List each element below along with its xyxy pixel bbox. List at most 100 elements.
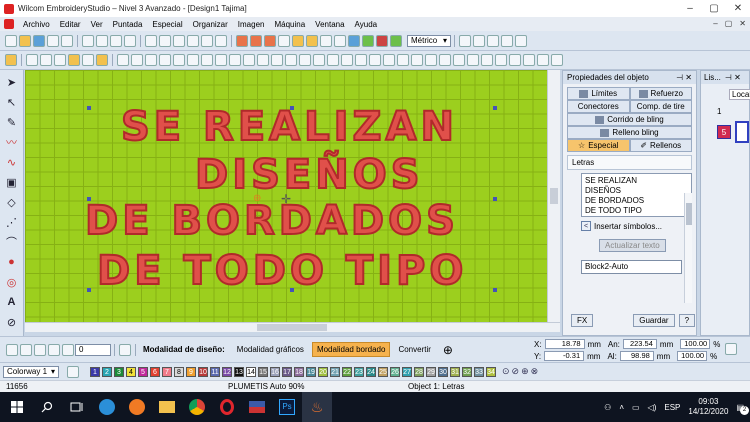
colorway-select[interactable]: Colorway 1 ▾ bbox=[3, 365, 59, 378]
tab-conectores[interactable]: Conectores bbox=[567, 100, 630, 113]
color-swatch-28[interactable]: 28 bbox=[414, 366, 424, 377]
stitch-run-icon[interactable]: 〰 bbox=[4, 134, 20, 150]
align-icon-4[interactable] bbox=[159, 54, 171, 66]
color-swatch-29[interactable]: 29 bbox=[426, 366, 436, 377]
align-icon-30[interactable] bbox=[523, 54, 535, 66]
align-icon-16[interactable] bbox=[327, 54, 339, 66]
color-swatch-30[interactable]: 30 bbox=[438, 366, 448, 377]
windows-start-icon[interactable] bbox=[2, 392, 32, 422]
align-icon-15[interactable] bbox=[313, 54, 325, 66]
insert-symbols-link[interactable]: Insertar símbolos... bbox=[594, 222, 662, 231]
stitch-tool-icon-4[interactable] bbox=[48, 343, 60, 356]
lista-color-chip[interactable]: 5 bbox=[717, 125, 731, 139]
color-swatch-25[interactable]: 25 bbox=[378, 366, 388, 377]
properties-scroll-thumb[interactable] bbox=[686, 203, 692, 225]
color-swatch-7[interactable]: 7 bbox=[162, 366, 172, 377]
align-icon-21[interactable] bbox=[397, 54, 409, 66]
fill-tool-icon[interactable]: ▣ bbox=[4, 174, 20, 190]
align-icon-5[interactable] bbox=[173, 54, 185, 66]
menu-ver[interactable]: Ver bbox=[86, 20, 108, 29]
tab-refuerzo[interactable]: Refuerzo bbox=[629, 87, 692, 100]
color-swatch-10[interactable]: 10 bbox=[198, 366, 208, 377]
globe-icon[interactable]: ⊕ bbox=[443, 343, 453, 357]
shape-icon-4[interactable] bbox=[334, 34, 346, 47]
stop-icon[interactable] bbox=[376, 34, 388, 47]
align-icon-31[interactable] bbox=[537, 54, 549, 66]
color-swatch-31[interactable]: 31 bbox=[450, 366, 460, 377]
height-percent-field[interactable]: 100.00 bbox=[677, 351, 708, 361]
color-swatch-12[interactable]: 12 bbox=[222, 366, 232, 377]
x-field[interactable]: 18.78 bbox=[544, 339, 585, 349]
align-icon-28[interactable] bbox=[495, 54, 507, 66]
stitch-icon-5[interactable] bbox=[201, 34, 213, 47]
shape-icon-1[interactable] bbox=[292, 34, 304, 47]
embroidery-mode-button[interactable]: Modalidad bordado bbox=[311, 342, 391, 357]
fill-icon-2[interactable] bbox=[250, 34, 262, 47]
tab-comp-tire[interactable]: Comp. de tire bbox=[629, 100, 692, 113]
graphics-mode-button[interactable]: Modalidad gráficos bbox=[233, 343, 308, 356]
align-icon-17[interactable] bbox=[341, 54, 353, 66]
tab-corrido-bling[interactable]: Corrido de bling bbox=[567, 113, 692, 126]
group-icon[interactable] bbox=[96, 54, 108, 66]
file-explorer-icon[interactable] bbox=[152, 392, 182, 422]
color-swatch-33[interactable]: 33 bbox=[474, 366, 484, 377]
menu-maquina[interactable]: Máquina bbox=[269, 20, 310, 29]
canvas-text-line-4[interactable]: DE TODO TIPO bbox=[96, 247, 467, 295]
align-icon-23[interactable] bbox=[425, 54, 437, 66]
lista-pin-close-icons[interactable]: ⊣ ✕ bbox=[725, 73, 741, 82]
color-swatch-1[interactable]: 1 bbox=[90, 366, 100, 377]
menu-archivo[interactable]: Archivo bbox=[18, 20, 55, 29]
help-button[interactable]: ? bbox=[678, 314, 696, 327]
select-icon-3[interactable] bbox=[54, 54, 66, 66]
outline-icon[interactable] bbox=[278, 34, 290, 47]
color-swatch-24[interactable]: 24 bbox=[366, 366, 376, 377]
select-icon-4[interactable] bbox=[82, 54, 94, 66]
color-swatch-21[interactable]: 21 bbox=[330, 366, 340, 377]
align-icon-9[interactable] bbox=[229, 54, 241, 66]
fill-icon-3[interactable] bbox=[264, 34, 276, 47]
color-swatch-22[interactable]: 22 bbox=[342, 366, 352, 377]
opera-icon[interactable] bbox=[212, 392, 242, 422]
monogram-icon[interactable]: ⊘ bbox=[4, 314, 20, 330]
align-icon-24[interactable] bbox=[439, 54, 451, 66]
menu-puntada[interactable]: Puntada bbox=[108, 20, 148, 29]
color-swatch-16[interactable]: 16 bbox=[270, 366, 280, 377]
chrome-icon[interactable] bbox=[182, 392, 212, 422]
canvas-vertical-scrollbar[interactable] bbox=[547, 70, 560, 322]
grid-icon-4[interactable] bbox=[501, 34, 513, 47]
selection-handle[interactable] bbox=[87, 288, 91, 292]
stitch-icon-2[interactable] bbox=[159, 34, 171, 47]
canvas-text-line-2[interactable]: DISEÑOS bbox=[194, 151, 424, 199]
convert-button[interactable]: Convertir bbox=[394, 343, 434, 356]
save-icon[interactable] bbox=[33, 34, 45, 47]
align-icon-10[interactable] bbox=[243, 54, 255, 66]
doc-minimize-button[interactable]: – bbox=[713, 17, 717, 31]
align-icon-32[interactable] bbox=[551, 54, 563, 66]
color-swatch-18[interactable]: 18 bbox=[294, 366, 304, 377]
layout-icon[interactable] bbox=[119, 343, 131, 356]
palette-icon[interactable] bbox=[67, 365, 79, 378]
close-button[interactable]: ✕ bbox=[726, 0, 750, 17]
new-icon[interactable] bbox=[5, 34, 17, 47]
align-icon-13[interactable] bbox=[285, 54, 297, 66]
color-swatch-9[interactable]: 9 bbox=[186, 366, 196, 377]
grid-icon-3[interactable] bbox=[487, 34, 499, 47]
tab-limites[interactable]: Límites bbox=[567, 87, 630, 100]
selection-handle[interactable] bbox=[290, 106, 294, 110]
color-swatch-19[interactable]: 19 bbox=[306, 366, 316, 377]
doc-close-button[interactable]: ✕ bbox=[739, 17, 746, 31]
color-swatch-4[interactable]: 4 bbox=[126, 366, 136, 377]
save-button[interactable]: Guardar bbox=[633, 314, 675, 327]
pen-icon[interactable]: ✎ bbox=[4, 114, 20, 130]
grid-icon-5[interactable] bbox=[515, 34, 527, 47]
color-swatch-20[interactable]: 20 bbox=[318, 366, 328, 377]
tab-rellenos[interactable]: ✐ Rellenos bbox=[629, 139, 692, 152]
stitch-tool-icon-3[interactable] bbox=[34, 343, 46, 356]
open-icon[interactable] bbox=[19, 34, 31, 47]
align-icon-6[interactable] bbox=[187, 54, 199, 66]
design-canvas[interactable]: SE REALIZAN DISEÑOS DE BORDADOS DE TODO … bbox=[25, 70, 560, 322]
align-icon-29[interactable] bbox=[509, 54, 521, 66]
canvas-text-line-3[interactable]: DE BORDADOS bbox=[84, 197, 459, 245]
menu-imagen[interactable]: Imagen bbox=[233, 20, 270, 29]
notification-icon[interactable]: ▤2 bbox=[736, 403, 749, 415]
